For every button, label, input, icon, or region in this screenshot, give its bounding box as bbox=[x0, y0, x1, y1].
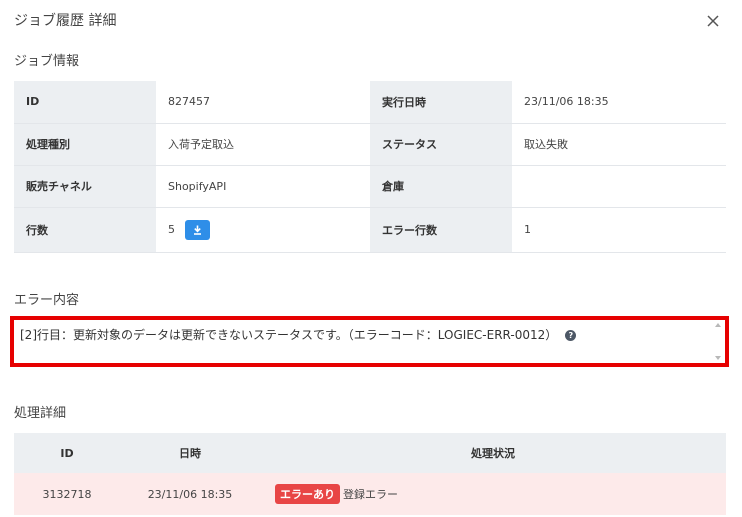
process-type-value: 入荷予定取込 bbox=[156, 123, 370, 166]
status-label: ステータス bbox=[370, 123, 512, 166]
warehouse-value bbox=[512, 165, 726, 208]
table-row: 3132718 23/11/06 18:35 エラーあり 登録エラー bbox=[14, 473, 726, 515]
close-icon[interactable] bbox=[703, 11, 723, 31]
job-id-label: ID bbox=[14, 81, 156, 124]
error-message-box[interactable]: [2]行目：更新対象のデータは更新できないステータスです。（エラーコード：LOG… bbox=[10, 316, 729, 367]
table-header-row: ID 日時 処理状況 bbox=[14, 433, 726, 473]
error-row-count-value: 1 bbox=[512, 207, 726, 253]
scroll-down-icon[interactable] bbox=[715, 356, 721, 360]
error-badge: エラーあり bbox=[275, 484, 340, 504]
exec-datetime-value: 23/11/06 18:35 bbox=[512, 81, 726, 124]
section-title-job-info: ジョブ情報 bbox=[14, 54, 80, 69]
section-title-process-detail: 処理詳細 bbox=[14, 406, 67, 421]
job-info-row: 行数 5 エラー行数 1 bbox=[14, 207, 726, 253]
download-icon bbox=[193, 225, 201, 235]
job-info-row: 処理種別 入荷予定取込 ステータス 取込失敗 bbox=[14, 123, 726, 166]
detail-status-cell: エラーあり 登録エラー bbox=[260, 473, 726, 515]
row-count-label: 行数 bbox=[14, 207, 156, 253]
error-message-text: [2]行目：更新対象のデータは更新できないステータスです。（エラーコード：LOG… bbox=[20, 328, 558, 342]
sales-channel-label: 販売チャネル bbox=[14, 165, 156, 208]
detail-status-text: 登録エラー bbox=[343, 488, 398, 501]
status-value: 取込失敗 bbox=[512, 123, 726, 166]
job-info-row: ID 827457 実行日時 23/11/06 18:35 bbox=[14, 81, 726, 124]
scroll-up-icon[interactable] bbox=[715, 323, 721, 327]
job-info-table: ID 827457 実行日時 23/11/06 18:35 処理種別 入荷予定取… bbox=[14, 81, 726, 253]
job-id-value: 827457 bbox=[156, 81, 370, 124]
detail-date-cell: 23/11/06 18:35 bbox=[120, 473, 260, 515]
error-row-count-label: エラー行数 bbox=[370, 207, 512, 253]
column-header-id: ID bbox=[14, 433, 120, 473]
sales-channel-value: ShopifyAPI bbox=[156, 165, 370, 208]
detail-id-cell: 3132718 bbox=[14, 473, 120, 515]
process-type-label: 処理種別 bbox=[14, 123, 156, 166]
exec-datetime-label: 実行日時 bbox=[370, 81, 512, 124]
section-title-error: エラー内容 bbox=[14, 293, 80, 308]
error-message-line: [2]行目：更新対象のデータは更新できないステータスです。（エラーコード：LOG… bbox=[20, 326, 705, 344]
warehouse-label: 倉庫 bbox=[370, 165, 512, 208]
row-count-cell: 5 bbox=[156, 207, 370, 253]
column-header-status: 処理状況 bbox=[260, 433, 726, 473]
row-count-value: 5 bbox=[168, 222, 175, 236]
download-button[interactable] bbox=[184, 219, 210, 240]
process-detail-table: ID 日時 処理状況 3132718 23/11/06 18:35 エラーあり登… bbox=[14, 433, 726, 515]
close-button[interactable] bbox=[703, 11, 723, 31]
help-icon[interactable]: ? bbox=[565, 330, 577, 341]
column-header-date: 日時 bbox=[120, 433, 260, 473]
job-info-row: 販売チャネル ShopifyAPI 倉庫 bbox=[14, 165, 726, 208]
modal-title: ジョブ履歴 詳細 bbox=[14, 13, 117, 29]
